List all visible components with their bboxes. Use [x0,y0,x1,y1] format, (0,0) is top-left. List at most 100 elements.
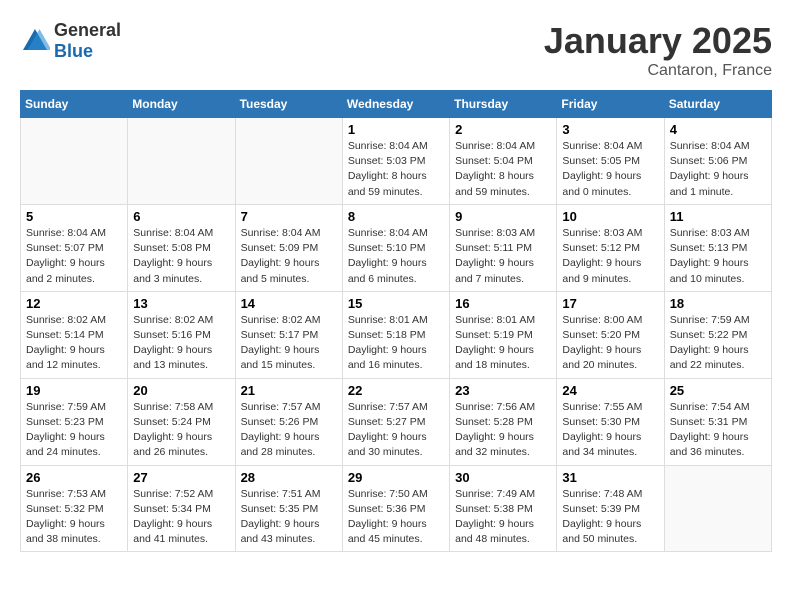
day-number: 24 [562,383,658,398]
day-info: Sunrise: 8:04 AM Sunset: 5:07 PM Dayligh… [26,226,122,287]
calendar-cell: 19Sunrise: 7:59 AM Sunset: 5:23 PM Dayli… [21,378,128,465]
calendar-cell: 12Sunrise: 8:02 AM Sunset: 5:14 PM Dayli… [21,291,128,378]
day-number: 8 [348,209,444,224]
calendar-week-3: 12Sunrise: 8:02 AM Sunset: 5:14 PM Dayli… [21,291,772,378]
day-number: 15 [348,296,444,311]
day-number: 10 [562,209,658,224]
day-number: 18 [670,296,766,311]
day-number: 29 [348,470,444,485]
day-info: Sunrise: 7:53 AM Sunset: 5:32 PM Dayligh… [26,487,122,548]
day-number: 4 [670,122,766,137]
month-title: January 2025 [544,20,772,62]
day-number: 6 [133,209,229,224]
calendar-cell: 29 Sunrise: 7:50 AM Sunset: 5:36 PM Dayli… [342,465,449,552]
day-number: 26 [26,470,122,485]
calendar-cell: 21Sunrise: 7:57 AM Sunset: 5:26 PM Dayli… [235,378,342,465]
title-block: January 2025 Cantaron, France [544,20,772,80]
day-info: Sunrise: 7:55 AM Sunset: 5:30 PM Dayligh… [562,400,658,461]
calendar-week-2: 5 Sunrise: 8:04 AM Sunset: 5:07 PM Daylig… [21,204,772,291]
weekday-thursday: Thursday [450,91,557,118]
day-number: 3 [562,122,658,137]
calendar-cell: 11Sunrise: 8:03 AM Sunset: 5:13 PM Dayli… [664,204,771,291]
day-info: Sunrise: 8:04 AM Sunset: 5:08 PM Dayligh… [133,226,229,287]
day-info: Sunrise: 8:04 AM Sunset: 5:03 PM Dayligh… [348,139,444,200]
calendar-cell: 24 Sunrise: 7:55 AM Sunset: 5:30 PM Dayli… [557,378,664,465]
day-number: 16 [455,296,551,311]
calendar-cell: 8 Sunrise: 8:04 AM Sunset: 5:10 PM Daylig… [342,204,449,291]
calendar-cell: 18Sunrise: 7:59 AM Sunset: 5:22 PM Dayli… [664,291,771,378]
day-info: Sunrise: 7:50 AM Sunset: 5:36 PM Dayligh… [348,487,444,548]
day-number: 28 [241,470,337,485]
day-info: Sunrise: 8:03 AM Sunset: 5:12 PM Dayligh… [562,226,658,287]
day-number: 1 [348,122,444,137]
weekday-header-row: SundayMondayTuesdayWednesdayThursdayFrid… [21,91,772,118]
logo-blue: Blue [54,41,93,61]
day-number: 9 [455,209,551,224]
day-info: Sunrise: 8:01 AM Sunset: 5:18 PM Dayligh… [348,313,444,374]
calendar-cell: 4 Sunrise: 8:04 AM Sunset: 5:06 PM Daylig… [664,118,771,205]
calendar-body: 1 Sunrise: 8:04 AM Sunset: 5:03 PM Daylig… [21,118,772,552]
day-number: 12 [26,296,122,311]
calendar-cell [128,118,235,205]
weekday-monday: Monday [128,91,235,118]
calendar-cell: 26 Sunrise: 7:53 AM Sunset: 5:32 PM Dayli… [21,465,128,552]
calendar-cell: 1 Sunrise: 8:04 AM Sunset: 5:03 PM Daylig… [342,118,449,205]
calendar-cell [235,118,342,205]
day-info: Sunrise: 8:04 AM Sunset: 5:10 PM Dayligh… [348,226,444,287]
day-info: Sunrise: 8:01 AM Sunset: 5:19 PM Dayligh… [455,313,551,374]
calendar-cell: 20 Sunrise: 7:58 AM Sunset: 5:24 PM Dayli… [128,378,235,465]
calendar-week-1: 1 Sunrise: 8:04 AM Sunset: 5:03 PM Daylig… [21,118,772,205]
day-info: Sunrise: 7:58 AM Sunset: 5:24 PM Dayligh… [133,400,229,461]
calendar-cell: 2 Sunrise: 8:04 AM Sunset: 5:04 PM Daylig… [450,118,557,205]
day-info: Sunrise: 7:57 AM Sunset: 5:26 PM Dayligh… [241,400,337,461]
calendar-cell: 30 Sunrise: 7:49 AM Sunset: 5:38 PM Dayli… [450,465,557,552]
day-number: 30 [455,470,551,485]
calendar-cell: 5 Sunrise: 8:04 AM Sunset: 5:07 PM Daylig… [21,204,128,291]
day-number: 13 [133,296,229,311]
calendar-cell: 27 Sunrise: 7:52 AM Sunset: 5:34 PM Dayli… [128,465,235,552]
calendar-cell: 16 Sunrise: 8:01 AM Sunset: 5:19 PM Dayli… [450,291,557,378]
day-number: 5 [26,209,122,224]
calendar-cell: 9 Sunrise: 8:03 AM Sunset: 5:11 PM Daylig… [450,204,557,291]
calendar-week-4: 19Sunrise: 7:59 AM Sunset: 5:23 PM Dayli… [21,378,772,465]
calendar-cell: 3Sunrise: 8:04 AM Sunset: 5:05 PM Daylig… [557,118,664,205]
day-info: Sunrise: 7:48 AM Sunset: 5:39 PM Dayligh… [562,487,658,548]
day-number: 22 [348,383,444,398]
calendar-cell: 17 Sunrise: 8:00 AM Sunset: 5:20 PM Dayli… [557,291,664,378]
calendar-cell: 6 Sunrise: 8:04 AM Sunset: 5:08 PM Daylig… [128,204,235,291]
day-info: Sunrise: 7:49 AM Sunset: 5:38 PM Dayligh… [455,487,551,548]
weekday-tuesday: Tuesday [235,91,342,118]
day-info: Sunrise: 7:51 AM Sunset: 5:35 PM Dayligh… [241,487,337,548]
calendar-cell: 13Sunrise: 8:02 AM Sunset: 5:16 PM Dayli… [128,291,235,378]
day-info: Sunrise: 8:03 AM Sunset: 5:11 PM Dayligh… [455,226,551,287]
calendar-cell: 23 Sunrise: 7:56 AM Sunset: 5:28 PM Dayli… [450,378,557,465]
day-number: 23 [455,383,551,398]
location-title: Cantaron, France [544,62,772,80]
weekday-wednesday: Wednesday [342,91,449,118]
day-info: Sunrise: 7:56 AM Sunset: 5:28 PM Dayligh… [455,400,551,461]
calendar-cell: 28 Sunrise: 7:51 AM Sunset: 5:35 PM Dayli… [235,465,342,552]
day-number: 20 [133,383,229,398]
day-number: 17 [562,296,658,311]
logo-icon [20,26,50,56]
day-info: Sunrise: 7:54 AM Sunset: 5:31 PM Dayligh… [670,400,766,461]
day-info: Sunrise: 8:04 AM Sunset: 5:04 PM Dayligh… [455,139,551,200]
day-info: Sunrise: 8:04 AM Sunset: 5:09 PM Dayligh… [241,226,337,287]
day-info: Sunrise: 8:00 AM Sunset: 5:20 PM Dayligh… [562,313,658,374]
day-info: Sunrise: 7:57 AM Sunset: 5:27 PM Dayligh… [348,400,444,461]
day-number: 27 [133,470,229,485]
day-info: Sunrise: 7:59 AM Sunset: 5:23 PM Dayligh… [26,400,122,461]
day-info: Sunrise: 8:04 AM Sunset: 5:06 PM Dayligh… [670,139,766,200]
calendar-cell: 25 Sunrise: 7:54 AM Sunset: 5:31 PM Dayli… [664,378,771,465]
day-number: 25 [670,383,766,398]
day-info: Sunrise: 7:52 AM Sunset: 5:34 PM Dayligh… [133,487,229,548]
calendar-table: SundayMondayTuesdayWednesdayThursdayFrid… [20,90,772,552]
calendar-cell [21,118,128,205]
logo-general: General [54,20,121,40]
calendar-cell: 22 Sunrise: 7:57 AM Sunset: 5:27 PM Dayli… [342,378,449,465]
page-header: General Blue January 2025 Cantaron, Fran… [20,20,772,80]
calendar-cell [664,465,771,552]
weekday-sunday: Sunday [21,91,128,118]
day-number: 2 [455,122,551,137]
weekday-friday: Friday [557,91,664,118]
